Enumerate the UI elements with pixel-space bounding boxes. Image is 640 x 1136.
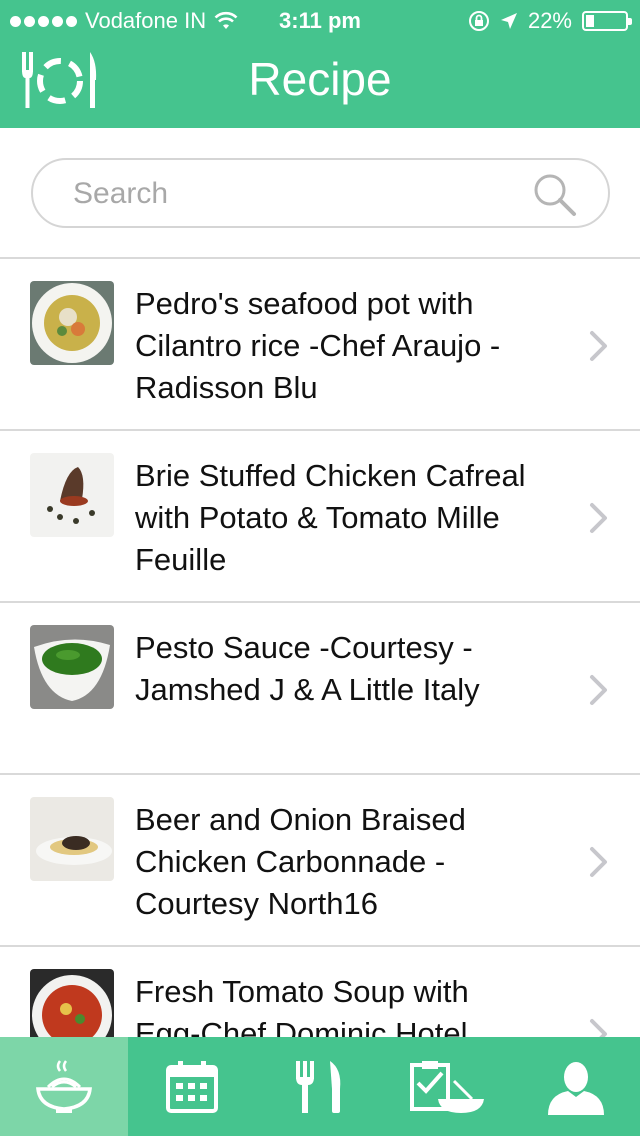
chevron-right-icon — [590, 503, 607, 533]
noodle-bowl-icon — [36, 1059, 92, 1113]
battery-percent: 22% — [527, 8, 572, 33]
recipe-title: Brie Stuffed Chicken Cafreal with Potato… — [135, 458, 526, 577]
battery-fill — [586, 15, 594, 27]
search-icon[interactable] — [532, 172, 578, 218]
tomato-soup-thumbnail — [30, 969, 114, 1037]
chicken-cafreal-thumbnail — [30, 453, 114, 537]
battery-icon — [582, 11, 632, 31]
status-bar: Vodafone IN 3:11 pm 22% — [0, 0, 640, 40]
list-item[interactable]: Brie Stuffed Chicken Cafreal with Potato… — [0, 431, 640, 603]
search-section — [0, 128, 640, 259]
nav-bar: Recipe — [0, 40, 640, 128]
page-title: Recipe — [248, 53, 392, 105]
pesto-sauce-thumbnail — [30, 625, 114, 709]
tab-dining[interactable] — [256, 1037, 384, 1136]
chevron-right-icon — [590, 1019, 607, 1037]
recipe-title: Pesto Sauce -Courtesy - Jamshed J & A Li… — [135, 630, 480, 707]
list-item[interactable]: Pedro's seafood pot with Cilantro rice -… — [0, 259, 640, 431]
checklist-icon — [410, 1060, 484, 1113]
user-icon — [548, 1061, 604, 1115]
tab-recipes[interactable] — [0, 1037, 128, 1136]
search-input[interactable] — [73, 174, 513, 214]
list-item[interactable]: Beer and Onion Braised Chicken Carbonnad… — [0, 775, 640, 947]
search-bar[interactable] — [31, 158, 610, 228]
tab-bar — [0, 1037, 640, 1136]
recipe-title: Pedro's seafood pot with Cilantro rice -… — [135, 286, 501, 405]
tab-orders[interactable] — [384, 1037, 512, 1136]
recipe-list[interactable]: Pedro's seafood pot with Cilantro rice -… — [0, 259, 640, 1037]
calendar-icon — [166, 1060, 218, 1113]
recipe-title: Fresh Tomato Soup with Egg-Chef Dominic … — [135, 974, 469, 1037]
tab-calendar[interactable] — [128, 1037, 256, 1136]
tab-profile[interactable] — [512, 1037, 640, 1136]
fork-knife-icon — [296, 1060, 341, 1113]
list-item[interactable]: Fresh Tomato Soup with Egg-Chef Dominic … — [0, 947, 640, 1037]
location-arrow-icon — [500, 13, 517, 29]
recipe-title: Beer and Onion Braised Chicken Carbonnad… — [135, 802, 466, 921]
chicken-carbonnade-thumbnail — [30, 797, 114, 881]
chevron-right-icon — [590, 675, 607, 705]
status-right: 22% — [468, 8, 632, 34]
rotation-lock-icon — [468, 11, 489, 31]
seafood-pot-thumbnail — [30, 281, 114, 365]
chevron-right-icon — [590, 331, 607, 361]
chevron-right-icon — [590, 847, 607, 877]
list-item[interactable]: Pesto Sauce -Courtesy - Jamshed J & A Li… — [0, 603, 640, 775]
